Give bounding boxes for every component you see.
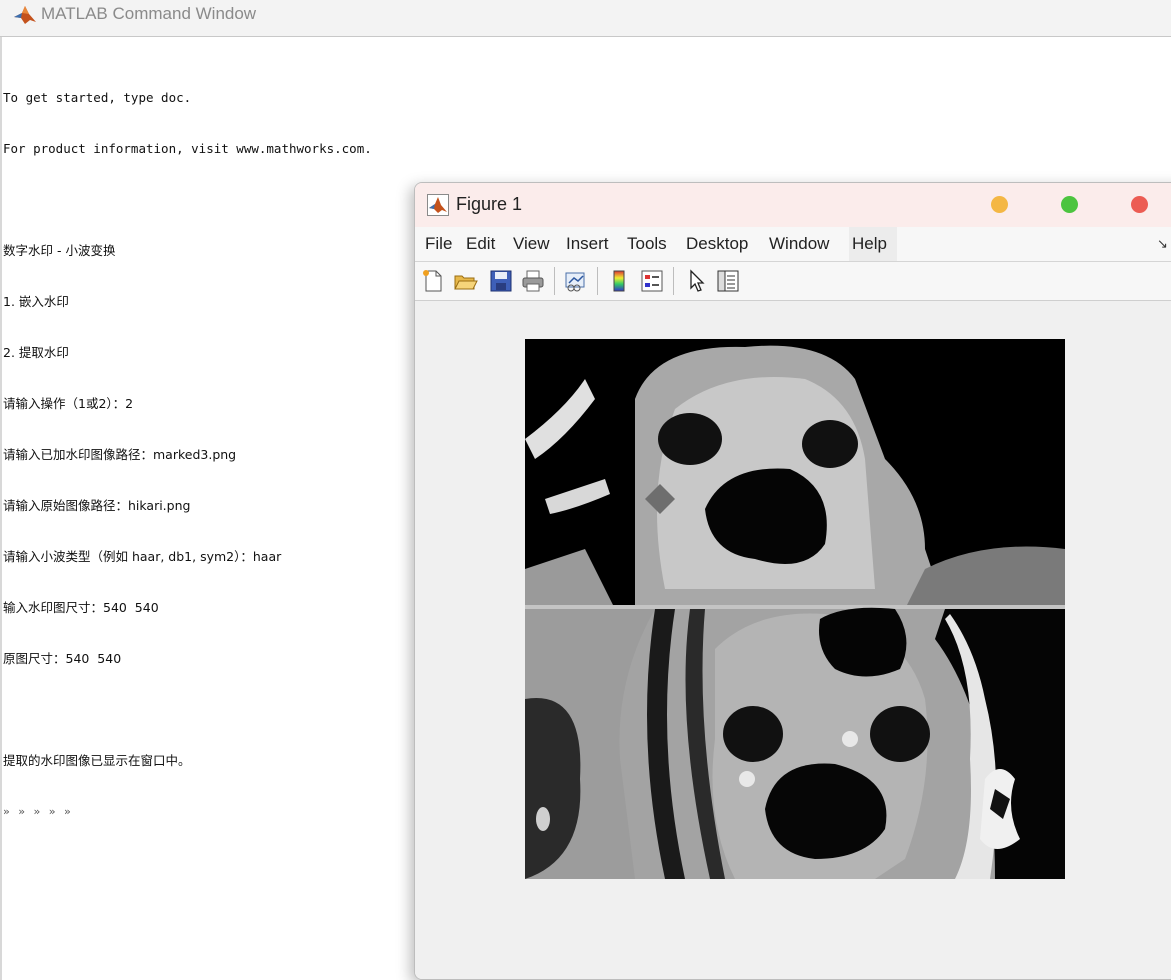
figure-title: Figure 1 xyxy=(456,194,523,214)
menu-tools[interactable]: Tools xyxy=(627,234,667,254)
figure-menubar: File Edit View Insert Tools Desktop Wind… xyxy=(415,227,1171,262)
figure-window[interactable]: Figure 1 File Edit View Insert Tools Des… xyxy=(414,182,1171,980)
output-line: 请输入操作（1或2）：2 xyxy=(3,396,134,411)
minimize-button[interactable] xyxy=(991,196,1008,213)
colorbar-icon[interactable] xyxy=(606,268,632,294)
toolbar-separator xyxy=(554,267,555,295)
figure-titlebar[interactable]: Figure 1 xyxy=(415,183,1171,227)
dock-arrow-icon[interactable]: ↘ xyxy=(1157,236,1168,252)
property-inspector-icon[interactable] xyxy=(715,268,741,294)
toolbar-separator xyxy=(673,267,674,295)
pointer-icon[interactable] xyxy=(683,268,709,294)
output-line: 提取的水印图像已显示在窗口中。 xyxy=(3,753,191,768)
maximize-button[interactable] xyxy=(1061,196,1078,213)
command-window-title: MATLAB Command Window xyxy=(41,4,257,23)
print-icon[interactable] xyxy=(520,268,546,294)
command-prompt[interactable]: » » » » » xyxy=(3,803,423,820)
output-line: 请输入小波类型（例如 haar, db1, sym2）：haar xyxy=(3,549,282,564)
open-file-icon[interactable] xyxy=(452,268,478,294)
command-window-output[interactable]: To get started, type doc. For product in… xyxy=(3,55,423,837)
toolbar-separator xyxy=(597,267,598,295)
menu-view[interactable]: View xyxy=(513,234,550,254)
output-line: 2. 提取水印 xyxy=(3,345,69,360)
command-window-edge xyxy=(0,37,2,980)
command-window-titlebar: MATLAB Command Window xyxy=(0,0,1171,37)
output-line: 输入水印图尺寸：540 540 xyxy=(3,600,159,615)
close-button[interactable] xyxy=(1131,196,1148,213)
new-figure-icon[interactable] xyxy=(420,268,446,294)
output-line: To get started, type doc. xyxy=(3,90,192,105)
figure-canvas[interactable] xyxy=(415,301,1171,979)
menu-insert[interactable]: Insert xyxy=(566,234,609,254)
menu-help[interactable]: Help xyxy=(852,234,887,254)
menu-edit[interactable]: Edit xyxy=(466,234,495,254)
matlab-figure-icon xyxy=(427,194,449,216)
link-plot-icon[interactable] xyxy=(563,268,589,294)
output-line: 请输入原始图像路径：hikari.png xyxy=(3,498,191,513)
output-line: 数字水印 - 小波变换 xyxy=(3,243,116,258)
matlab-logo-icon xyxy=(13,4,37,26)
output-line: 原图尺寸：540 540 xyxy=(3,651,122,666)
menu-desktop[interactable]: Desktop xyxy=(686,234,748,254)
output-line: 1. 嵌入水印 xyxy=(3,294,69,309)
menu-window[interactable]: Window xyxy=(769,234,829,254)
output-line: For product information, visit www.mathw… xyxy=(3,141,372,156)
extracted-watermark-image xyxy=(525,339,1065,879)
save-icon[interactable] xyxy=(488,268,514,294)
figure-toolbar xyxy=(415,262,1171,301)
legend-icon[interactable] xyxy=(639,268,665,294)
output-line: 请输入已加水印图像路径：marked3.png xyxy=(3,447,237,462)
menu-file[interactable]: File xyxy=(425,234,452,254)
